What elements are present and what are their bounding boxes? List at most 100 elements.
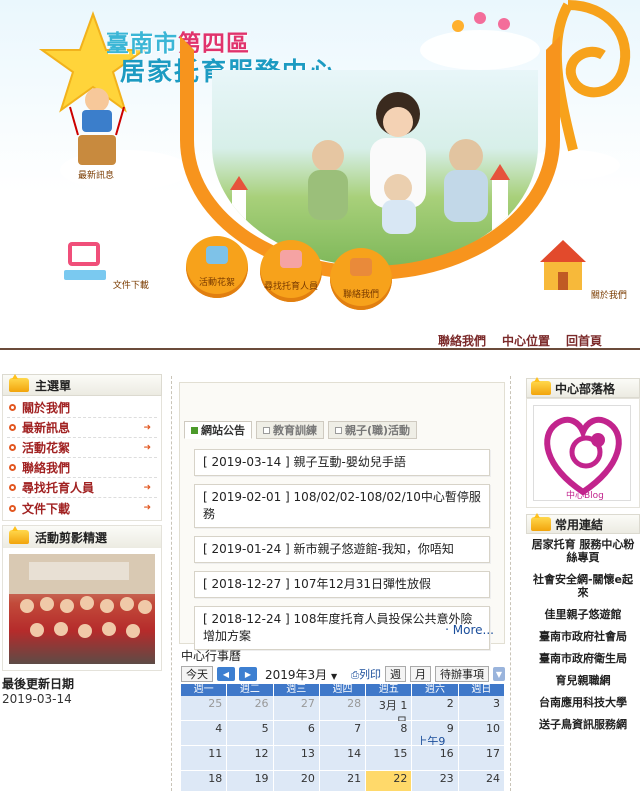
next-month-button[interactable]: ▶ [239, 667, 257, 681]
top-link-contact[interactable]: 聯絡我們 [438, 332, 486, 349]
calendar-day[interactable]: 15 [366, 746, 413, 771]
calendar-day[interactable]: 16 [412, 746, 459, 771]
weekday-label: 週六 [412, 684, 459, 696]
main-menu-header: 主選單 [2, 374, 162, 396]
page: 最新訊息 臺南市第四區 居家托育服務中心 [0, 0, 640, 791]
weekday-label: 週四 [320, 684, 367, 696]
bullet-icon [9, 444, 16, 451]
calendar-day[interactable]: 6 [273, 721, 320, 746]
menu-item-find-caregiver[interactable]: 尋找托育人員 ➜ [7, 478, 157, 498]
menu-item-files[interactable]: 文件下載 ➜ [7, 498, 157, 518]
link-item[interactable]: 佳里親子悠遊館 [528, 608, 638, 621]
print-label: 列印 [359, 668, 381, 681]
announcement-item[interactable]: [ 2019-01-24 ] 新市親子悠遊館-我知，你唔知 [194, 536, 490, 563]
link-item[interactable]: 社會安全網-關懷e起來 [528, 573, 638, 599]
calendar-day[interactable]: 20 [273, 771, 320, 791]
calendar-day[interactable]: 2 [412, 696, 459, 721]
weekday-label: 週日 [459, 684, 505, 696]
calendar-day[interactable]: 4 [181, 721, 228, 746]
calendar-day-with-event[interactable]: 9 上午9點 [412, 721, 459, 746]
nav-files[interactable]: 文件下載 [60, 240, 149, 291]
tab-label: 教育訓練 [273, 424, 317, 437]
activity-photo[interactable] [9, 554, 155, 664]
calendar-title: 中心行事曆 [181, 649, 242, 663]
calendar-day[interactable]: 8 [366, 721, 413, 746]
link-item[interactable]: 育兒親職網 [528, 674, 638, 687]
link-item[interactable]: 居家托育 服務中心粉絲專頁 [528, 538, 638, 564]
calendar-event[interactable]: 上午9點 [416, 733, 453, 745]
link-item[interactable]: 臺南市政府衛生局 [528, 652, 638, 665]
menu-item-label: 聯絡我們 [22, 461, 71, 475]
hot-air-balloon-icon [69, 88, 125, 165]
calendar-day[interactable]: 19 [227, 771, 274, 791]
menu-item-contact[interactable]: 聯絡我們 [7, 458, 157, 478]
calendar-week-row: 11 12 13 14 15 16 17 [181, 746, 505, 771]
tab-site-announcements[interactable]: 網站公告 [184, 421, 252, 439]
nav-news[interactable]: 最新訊息 [78, 168, 114, 181]
calendar-day[interactable]: 21 [319, 771, 367, 791]
month-view-button[interactable]: 月 [410, 666, 431, 682]
link-item[interactable]: 台南應用科技大學 [528, 696, 638, 709]
calendar-day[interactable]: 10 [458, 721, 505, 746]
calendar-day[interactable]: 27 [273, 696, 320, 721]
house-icon [540, 240, 586, 290]
header-banner: 最新訊息 臺南市第四區 居家托育服務中心 [0, 0, 640, 350]
calendar-day[interactable]: 14 [319, 746, 367, 771]
current-month[interactable]: 2019年3月 ▼ [265, 666, 337, 683]
blog-logo[interactable]: 中心Blog [533, 405, 631, 501]
calendar-day[interactable]: 23 [412, 771, 459, 791]
bullet-icon [9, 484, 16, 491]
announcement-item[interactable]: [ 2019-02-01 ] 108/02/02-108/02/10中心暫停服務 [194, 484, 490, 528]
chevron-down-icon[interactable]: ▼ [493, 667, 505, 681]
week-view-button[interactable]: 週 [385, 666, 406, 682]
calendar-day[interactable]: 28 [319, 696, 367, 721]
activity-photos-title: 活動剪影精選 [35, 530, 108, 545]
calendar-day[interactable]: 24 [458, 771, 505, 791]
main-menu: 關於我們 最新訊息 ➜ 活動花絮 ➜ 聯絡我們 尋找托育人員 ➜ 文件下載 ➜ [2, 396, 162, 521]
calendar-day[interactable]: 3月 1日 [366, 696, 413, 728]
calendar-day[interactable]: 3 [458, 696, 505, 721]
agenda-view-button[interactable]: 待辦事項 [435, 666, 489, 682]
calendar-day[interactable]: 11 [181, 746, 228, 771]
calendar-day[interactable]: 5 [227, 721, 274, 746]
tab-square-icon [191, 426, 198, 434]
menu-item-label: 尋找托育人員 [22, 481, 95, 495]
nav-activities[interactable]: 活動花絮 [186, 236, 248, 298]
calendar-day[interactable]: 17 [458, 746, 505, 771]
top-link-home[interactable]: 回首頁 [566, 332, 602, 349]
blog-caption: 中心Blog [566, 489, 604, 501]
menu-item-about[interactable]: 關於我們 [7, 398, 157, 418]
calendar-day[interactable]: 13 [273, 746, 320, 771]
menu-item-label: 活動花絮 [22, 441, 71, 455]
arrow-right-icon: ▶ [244, 669, 252, 679]
print-button[interactable]: ⎙列印 [351, 666, 381, 682]
prev-month-button[interactable]: ◀ [217, 667, 235, 681]
calendar-day[interactable]: 25 [181, 696, 228, 721]
calendar-day-today[interactable]: 22 [366, 771, 413, 791]
calendar-day[interactable]: 18 [181, 771, 228, 791]
nav-about[interactable]: 關於我們 [538, 238, 627, 301]
nav-contact[interactable]: 聯絡我們 [330, 248, 392, 310]
calendar-week-row: 4 5 6 7 8 9 上午9點 10 [181, 721, 505, 746]
main-content: 網站公告 教育訓練 親子(職)活動 [ 2019-03-14 ] 親子互動-嬰幼… [171, 376, 511, 791]
tab-parent-child-activities[interactable]: 親子(職)活動 [328, 421, 418, 439]
arrow-left-icon: ◀ [222, 669, 230, 679]
header-divider [0, 348, 640, 350]
bullet-icon [9, 464, 16, 471]
link-item[interactable]: 臺南市政府社會局 [528, 630, 638, 643]
announcement-item[interactable]: [ 2019-03-14 ] 親子互動-嬰幼兒手語 [194, 449, 490, 476]
menu-item-label: 文件下載 [22, 501, 71, 516]
more-link[interactable]: ‧ More... [445, 623, 494, 637]
calendar-day[interactable]: 7 [319, 721, 367, 746]
menu-item-activities[interactable]: 活動花絮 ➜ [7, 438, 157, 458]
nav-find-caregiver[interactable]: 尋找托育人員 [260, 240, 322, 302]
tab-education-training[interactable]: 教育訓練 [256, 421, 324, 439]
today-button[interactable]: 今天 [181, 666, 213, 682]
tab-label: 網站公告 [201, 424, 245, 437]
menu-item-news[interactable]: 最新訊息 ➜ [7, 418, 157, 438]
calendar-day[interactable]: 12 [227, 746, 274, 771]
calendar-day[interactable]: 26 [227, 696, 274, 721]
link-item[interactable]: 送子鳥資訊服務網 [528, 718, 638, 731]
announcement-item[interactable]: [ 2018-12-27 ] 107年12月31日彈性放假 [194, 571, 490, 598]
top-link-location[interactable]: 中心位置 [502, 332, 550, 349]
